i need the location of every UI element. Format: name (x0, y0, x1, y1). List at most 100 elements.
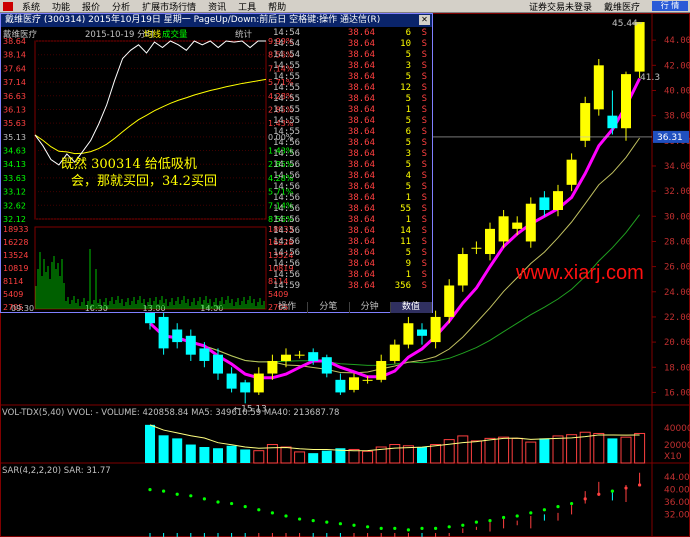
trade-direction: S (421, 39, 427, 49)
trade-time: 14:55 (273, 127, 301, 137)
sar-tick-label: 40.00 (664, 486, 690, 496)
tab-operation[interactable]: 操作 (267, 302, 309, 313)
trade-row[interactable]: 14:56 38.64 5 S (271, 182, 431, 193)
trade-time: 14:56 (273, 138, 301, 148)
intraday-vol-tick: 5409 (3, 290, 23, 299)
volume-tick-label: X10 (664, 452, 682, 462)
trade-time: 14:56 (273, 193, 301, 203)
trade-login-status[interactable]: 证券交易未登录 (523, 0, 598, 13)
tab-ticks[interactable]: 分笔 (308, 302, 350, 313)
menu-help[interactable]: 帮助 (262, 0, 292, 13)
volume-bar (226, 445, 237, 463)
sar-dot (610, 489, 615, 493)
close-icon[interactable]: ✕ (419, 15, 430, 25)
volume-bar (470, 440, 482, 464)
sar-dot (420, 526, 424, 530)
sar-dot (270, 511, 274, 515)
trade-direction: S (421, 149, 427, 159)
trade-time: 14:56 (273, 226, 301, 236)
menu-tools[interactable]: 工具 (232, 0, 262, 13)
menu-function[interactable]: 功能 (46, 0, 76, 13)
y-tick-label: 42.00 (664, 61, 690, 71)
trade-row[interactable]: 14:56 38.64 5 S (271, 160, 431, 171)
intraday-price-tick: 37.64 (3, 64, 26, 73)
trade-row[interactable]: 14:56 38.64 9 S (271, 259, 431, 270)
sar-dot (325, 520, 329, 524)
tab-minutes[interactable]: 分钟 (350, 302, 391, 313)
trade-row[interactable]: 14:55 38.64 1 S (271, 105, 431, 116)
trade-volume: 3 (405, 61, 411, 71)
hq-button[interactable]: 行 情 (652, 1, 688, 11)
candle-body (485, 228, 495, 255)
trade-row[interactable]: 14:56 38.64 3 S (271, 149, 431, 160)
trade-row[interactable]: 14:56 38.64 5 S (271, 248, 431, 259)
tab-values[interactable]: 数值 (390, 302, 432, 313)
trade-row[interactable]: 14:54 38.64 5 S (271, 50, 431, 61)
trade-price: 38.64 (347, 204, 375, 214)
volume-bar (280, 446, 292, 464)
trade-row[interactable]: 14:55 38.64 5 S (271, 116, 431, 127)
y-tick-label: 32.00 (664, 187, 690, 197)
candle-body (621, 74, 631, 129)
intraday-price-tick: 37.14 (3, 78, 26, 87)
menu-news[interactable]: 资讯 (202, 0, 232, 13)
sar-dot (379, 526, 383, 530)
intraday-price-tick: 34.13 (3, 160, 26, 169)
popup-title-bar[interactable]: 戴维医疗 (300314) 2015年10月19日 星期一 PageUp/Dow… (1, 14, 432, 27)
menu-extended-market[interactable]: 扩展市场行情 (136, 0, 202, 13)
trade-row[interactable]: 14:56 38.64 1 S (271, 193, 431, 204)
trade-row[interactable]: 14:59 38.64 356 S (271, 281, 431, 292)
volume-bar (634, 432, 646, 464)
trade-row[interactable]: 14:55 38.64 5 S (271, 72, 431, 83)
trade-row[interactable]: 14:54 38.64 10 S (271, 39, 431, 50)
intraday-volume-frame (34, 226, 267, 310)
trade-row[interactable]: 14:56 38.64 14 S (271, 226, 431, 237)
candle-body (512, 222, 523, 229)
y-tick-label: 28.00 (664, 237, 690, 247)
trade-row[interactable]: 14:54 38.64 6 S (271, 28, 431, 39)
candle-body (444, 285, 455, 317)
trade-price: 38.64 (347, 50, 375, 60)
intraday-vol-tick: 16228 (3, 238, 28, 247)
volume-bar (566, 434, 578, 464)
volume-bar (593, 432, 605, 464)
trade-row[interactable]: 14:56 38.64 55 S (271, 204, 431, 215)
trade-row[interactable]: 14:56 38.64 5 S (271, 138, 431, 149)
sar-dot (474, 520, 478, 524)
trade-time: 14:55 (273, 94, 301, 104)
y-tick-label: 38.00 (664, 112, 690, 122)
trade-row[interactable]: 14:56 38.64 4 S (271, 171, 431, 182)
trade-direction: S (421, 259, 427, 269)
trade-price: 38.64 (347, 226, 375, 236)
candle-body (308, 352, 319, 361)
trade-row[interactable]: 14:55 38.64 5 S (271, 94, 431, 105)
volume-bar (240, 449, 251, 463)
menu-analysis[interactable]: 分析 (106, 0, 136, 13)
trade-time: 14:56 (273, 149, 301, 159)
intraday-price-tick: 38.64 (3, 37, 26, 46)
annotation-line-2: 会，那就买回，34.2买回 (71, 174, 217, 189)
trade-direction: S (421, 72, 427, 82)
candle-body (539, 197, 550, 210)
volume-bar (389, 444, 401, 464)
trade-row[interactable]: 14:56 38.64 1 S (271, 215, 431, 226)
trade-time: 14:59 (273, 281, 301, 291)
volume-bar (498, 436, 510, 464)
trade-row[interactable]: 14:56 38.64 11 S (271, 237, 431, 248)
trade-row[interactable]: 14:56 38.64 1 S (271, 270, 431, 281)
menu-system[interactable]: 系统 (16, 0, 46, 13)
trade-price: 38.64 (347, 259, 375, 269)
annotation-text: 既然 300314 给低吸机 会，那就买回，34.2买回 (61, 156, 217, 190)
trade-row[interactable]: 14:55 38.64 6 S (271, 127, 431, 138)
y-tick-label: 26.00 (664, 263, 690, 273)
trade-price: 38.64 (347, 237, 375, 247)
sar-dot (461, 523, 465, 527)
candle-body (607, 115, 618, 129)
menu-quote[interactable]: 报价 (76, 0, 106, 13)
sar-dot (529, 511, 533, 515)
trade-row[interactable]: 14:55 38.64 3 S (271, 61, 431, 72)
trade-volume: 5 (405, 248, 411, 258)
sar-dot (298, 517, 302, 521)
volume-bar (620, 436, 632, 464)
trade-row[interactable]: 14:55 38.64 12 S (271, 83, 431, 94)
